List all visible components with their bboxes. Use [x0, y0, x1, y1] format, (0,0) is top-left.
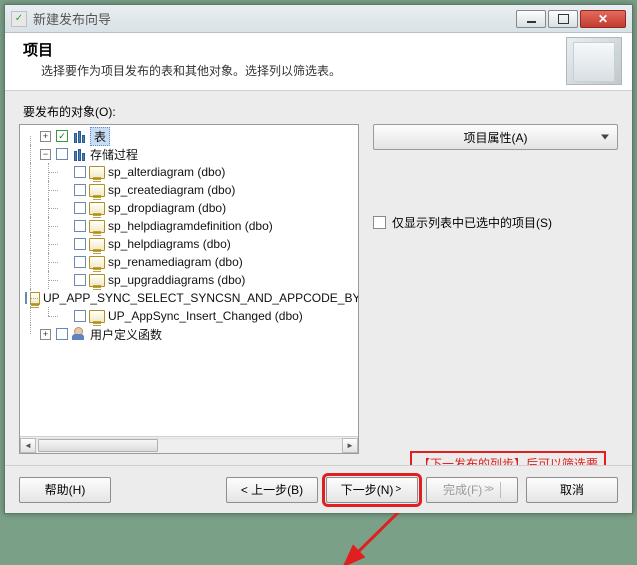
checkbox[interactable]	[74, 166, 86, 178]
tree-label: UP_AppSync_Insert_Changed (dbo)	[108, 309, 303, 323]
tree-node-proc[interactable]: sp_dropdiagram (dbo)	[22, 199, 358, 217]
back-button[interactable]: < 上一步(B)	[226, 477, 318, 503]
tree-node-proc[interactable]: sp_alterdiagram (dbo)	[22, 163, 358, 181]
wizard-footer: 帮助(H) < 上一步(B) 下一步(N)> 完成(F) >> 取消	[5, 465, 632, 513]
titlebar: 新建发布向导	[5, 5, 632, 33]
script-icon	[89, 220, 105, 233]
checkbox[interactable]	[373, 216, 386, 229]
tree-node-udf[interactable]: + 用户定义函数	[22, 325, 358, 343]
script-icon	[89, 256, 105, 269]
tree-node-proc[interactable]: UP_AppSync_Insert_Changed (dbo)	[22, 307, 358, 325]
script-icon	[89, 274, 105, 287]
window-title: 新建发布向导	[33, 9, 111, 28]
chevron-right-icon: >	[395, 484, 401, 495]
checkbox[interactable]	[74, 184, 86, 196]
scrollbar-track[interactable]	[36, 438, 342, 453]
wizard-body: 要发布的对象(O): + ✓ 表 −	[5, 91, 632, 465]
tree-label: UP_APP_SYNC_SELECT_SYNCSN_AND_APPCODE_BY…	[43, 291, 358, 305]
checkbox[interactable]	[74, 274, 86, 286]
checkbox[interactable]	[74, 256, 86, 268]
tree-node-tables[interactable]: + ✓ 表	[22, 127, 358, 145]
tree-node-proc[interactable]: UP_APP_SYNC_SELECT_SYNCSN_AND_APPCODE_BY…	[22, 289, 358, 307]
checkbox[interactable]	[56, 148, 68, 160]
scroll-right-button[interactable]: ►	[342, 438, 358, 453]
table-icon	[71, 147, 87, 161]
tree-label: 表	[90, 127, 110, 146]
cancel-button[interactable]: 取消	[526, 477, 618, 503]
script-icon	[89, 310, 105, 323]
tree-label: 用户定义函数	[90, 326, 162, 343]
checkbox[interactable]	[56, 328, 68, 340]
tree-node-proc[interactable]: sp_upgraddiagrams (dbo)	[22, 271, 358, 289]
objects-label: 要发布的对象(O):	[23, 103, 618, 120]
button-label: 下一步(N)	[341, 481, 394, 498]
checkbox[interactable]	[74, 202, 86, 214]
button-label: 取消	[560, 481, 584, 498]
tree-label: sp_alterdiagram (dbo)	[108, 165, 225, 179]
tree-node-procs[interactable]: − 存储过程	[22, 145, 358, 163]
double-chevron-right-icon: >>	[484, 484, 492, 495]
horizontal-scrollbar[interactable]: ◄ ►	[20, 436, 358, 453]
button-label: 完成(F)	[443, 481, 482, 498]
maximize-button[interactable]	[548, 10, 578, 28]
option-label: 仅显示列表中已选中的项目(S)	[392, 214, 552, 231]
show-only-selected-option[interactable]: 仅显示列表中已选中的项目(S)	[373, 214, 618, 231]
minimize-button[interactable]	[516, 10, 546, 28]
app-icon	[11, 11, 27, 27]
script-icon	[89, 184, 105, 197]
objects-tree[interactable]: + ✓ 表 − 存储过程	[19, 124, 359, 454]
close-button[interactable]	[580, 10, 626, 28]
scrollbar-thumb[interactable]	[38, 439, 158, 452]
button-label: 项目属性(A)	[464, 129, 528, 146]
tree-node-proc[interactable]: sp_helpdiagramdefinition (dbo)	[22, 217, 358, 235]
collapse-icon[interactable]: −	[40, 149, 51, 160]
checkbox[interactable]: ✓	[56, 130, 68, 142]
tree-label: sp_renamediagram (dbo)	[108, 255, 243, 269]
tree-node-proc[interactable]: sp_renamediagram (dbo)	[22, 253, 358, 271]
tree-node-proc[interactable]: sp_creatediagram (dbo)	[22, 181, 358, 199]
chevron-down-icon	[601, 135, 609, 140]
checkbox[interactable]	[25, 292, 27, 304]
expand-icon[interactable]: +	[40, 329, 51, 340]
header-graphic-icon	[566, 37, 622, 85]
wizard-header: 项目 选择要作为项目发布的表和其他对象。选择列以筛选表。	[5, 33, 632, 91]
script-icon	[89, 166, 105, 179]
wizard-window: 新建发布向导 项目 选择要作为项目发布的表和其他对象。选择列以筛选表。 要发布的…	[4, 4, 633, 514]
tree-label: sp_creatediagram (dbo)	[108, 183, 235, 197]
scroll-left-button[interactable]: ◄	[20, 438, 36, 453]
button-label: 帮助(H)	[45, 481, 86, 498]
tree-label: sp_upgraddiagrams (dbo)	[108, 273, 245, 287]
tree-label: 存储过程	[90, 146, 138, 163]
tree-label: sp_dropdiagram (dbo)	[108, 201, 226, 215]
expand-icon[interactable]: +	[40, 131, 51, 142]
script-icon	[89, 202, 105, 215]
tree-node-proc[interactable]: sp_helpdiagrams (dbo)	[22, 235, 358, 253]
finish-button: 完成(F) >>	[426, 477, 518, 503]
script-icon	[89, 238, 105, 251]
checkbox[interactable]	[74, 310, 86, 322]
next-button[interactable]: 下一步(N)>	[326, 477, 418, 503]
user-function-icon	[71, 327, 87, 341]
help-button[interactable]: 帮助(H)	[19, 477, 111, 503]
page-title: 项目	[23, 39, 341, 60]
item-properties-button[interactable]: 项目属性(A)	[373, 124, 618, 150]
page-subtitle: 选择要作为项目发布的表和其他对象。选择列以筛选表。	[41, 62, 341, 79]
tree-label: sp_helpdiagrams (dbo)	[108, 237, 231, 251]
checkbox[interactable]	[74, 238, 86, 250]
button-label: < 上一步(B)	[241, 481, 303, 498]
checkbox[interactable]	[74, 220, 86, 232]
table-icon	[71, 129, 87, 143]
tree-label: sp_helpdiagramdefinition (dbo)	[108, 219, 273, 233]
